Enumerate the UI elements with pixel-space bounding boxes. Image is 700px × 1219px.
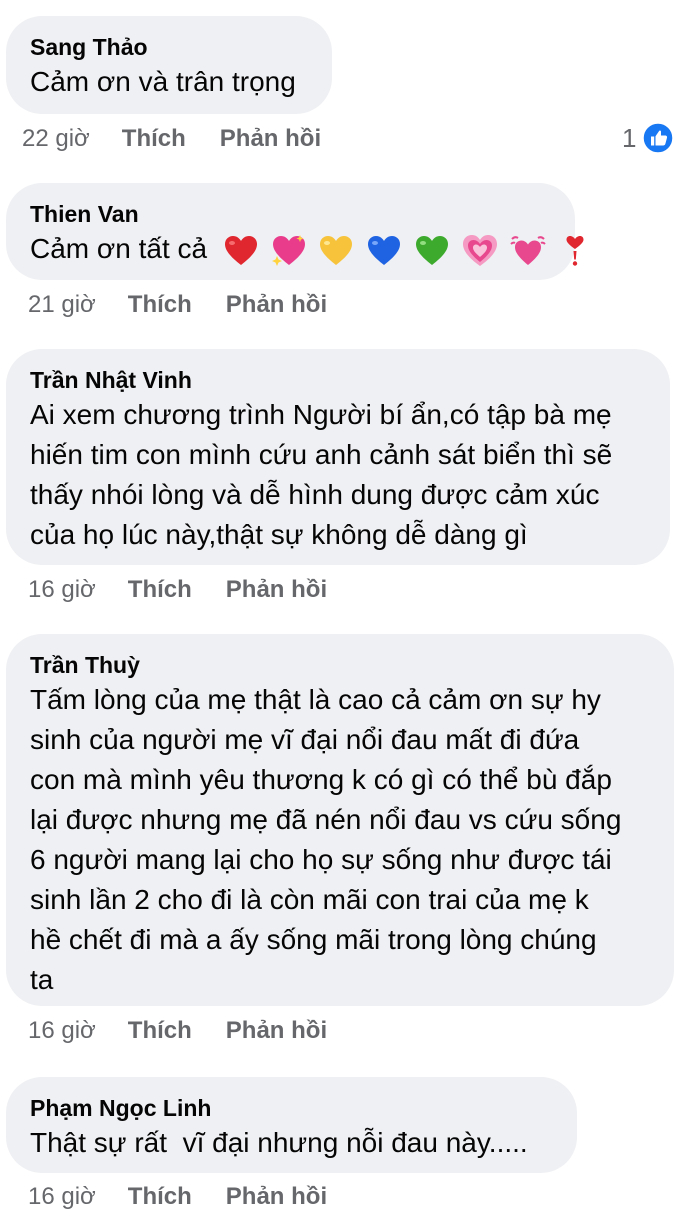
reaction-count: 1 <box>622 123 637 153</box>
like-button[interactable]: Thích <box>128 573 192 607</box>
comment-bubble[interactable]: Sang Thảo Cảm ơn và trân trọng <box>6 16 332 114</box>
reply-button[interactable]: Phản hồi <box>226 1180 327 1214</box>
comment-text-line: sinh của người mẹ vĩ đại nổi đau mất đi … <box>30 724 580 755</box>
comment-text-line: con mà mình yêu thương k có gì có thể bù… <box>30 764 612 795</box>
comment-actions: 22 giờ Thích Phản hồi <box>22 122 321 156</box>
red-heart-icon <box>224 235 257 265</box>
comment-author[interactable]: Sang Thảo <box>30 32 308 62</box>
yellow-heart-icon <box>320 235 353 265</box>
sparkling-heart-icon <box>271 234 305 266</box>
reply-button[interactable]: Phản hồi <box>220 122 321 156</box>
comment-text-line: Thật sự rất vĩ đại nhưng nỗi đau này....… <box>30 1127 528 1158</box>
comment-text-line: Ai xem chương trình Người bí ẩn,có tập b… <box>30 399 612 430</box>
comment-author[interactable]: Thien Van <box>30 199 551 229</box>
comment-tran-thuy: Trần Thuỳ Tấm lòng của mẹ thật là cao cả… <box>6 634 674 1006</box>
comment-actions: 21 giờ Thích Phản hồi <box>28 288 327 322</box>
comment-text-line: Tấm lòng của mẹ thật là cao cả cảm ơn sự… <box>30 684 601 715</box>
comment-timestamp[interactable]: 21 giờ <box>28 288 96 322</box>
reaction-summary[interactable]: 1 <box>622 120 675 156</box>
reply-button[interactable]: Phản hồi <box>226 288 327 322</box>
comment-text-line: của họ lúc này,thật sự không dễ dàng gì <box>30 519 528 550</box>
reply-button[interactable]: Phản hồi <box>226 1014 327 1048</box>
comment-pham-ngoc-linh: Phạm Ngọc Linh Thật sự rất vĩ đại nhưng … <box>6 1077 577 1173</box>
comment-text: Cảm ơn tất cả <box>30 233 208 264</box>
comment-bubble[interactable]: Trần Thuỳ Tấm lòng của mẹ thật là cao cả… <box>6 634 674 1006</box>
beating-heart-icon <box>509 235 546 265</box>
comment-text-line: hiến tim con mình cứu anh cảnh sát biển … <box>30 439 613 470</box>
comment-bubble[interactable]: Trần Nhật Vinh Ai xem chương trình Người… <box>6 349 670 565</box>
blue-heart-icon <box>368 235 401 265</box>
comment-sang-thao: Sang Thảo Cảm ơn và trân trọng <box>6 16 332 114</box>
comment-bubble[interactable]: Thien Van Cảm ơn tất cả <box>6 183 584 280</box>
comment-author[interactable]: Trần Nhật Vinh <box>30 365 646 395</box>
growing-heart-icon <box>462 234 497 266</box>
comment-bubble[interactable]: Phạm Ngọc Linh Thật sự rất vĩ đại nhưng … <box>6 1077 577 1173</box>
comment-tran-nhat-vinh: Trần Nhật Vinh Ai xem chương trình Người… <box>6 349 670 565</box>
comment-author[interactable]: Trần Thuỳ <box>30 650 650 680</box>
comment-timestamp[interactable]: 22 giờ <box>22 122 90 156</box>
comment-timestamp[interactable]: 16 giờ <box>28 1014 96 1048</box>
comment-text-line: Cảm ơn tất cả <box>30 229 584 269</box>
comment-text-line: Cảm ơn và trân trọng <box>30 66 296 97</box>
comment-author[interactable]: Phạm Ngọc Linh <box>30 1093 553 1123</box>
green-heart-icon <box>416 235 448 265</box>
heart-exclamation-icon <box>566 235 584 266</box>
comment-actions: 16 giờ Thích Phản hồi <box>28 1014 327 1048</box>
comment-text-line: thấy nhói lòng và dễ hình dung được cảm … <box>30 479 600 510</box>
comment-text-line: sinh lần 2 cho đi là còn mãi con trai củ… <box>30 884 589 915</box>
like-button[interactable]: Thích <box>128 288 192 322</box>
reply-button[interactable]: Phản hồi <box>226 573 327 607</box>
comment-timestamp[interactable]: 16 giờ <box>28 573 96 607</box>
comment-text-line: hề chết đi mà a ấy sống mãi trong lòng c… <box>30 924 597 955</box>
comment-text-line: ta <box>30 964 54 995</box>
like-button[interactable]: Thích <box>122 122 186 156</box>
comment-timestamp[interactable]: 16 giờ <box>28 1180 96 1214</box>
comment-text-line: 6 người mang lại cho họ sự sống như được… <box>30 844 612 875</box>
comment-actions: 16 giờ Thích Phản hồi <box>28 1180 327 1214</box>
like-icon <box>642 122 675 154</box>
like-button[interactable]: Thích <box>128 1180 192 1214</box>
comment-actions: 16 giờ Thích Phản hồi <box>28 573 327 607</box>
like-button[interactable]: Thích <box>128 1014 192 1048</box>
comment-thien-van: Thien Van Cảm ơn tất cả <box>6 183 584 280</box>
comment-text-line: lại được nhưng mẹ đã nén nổi đau vs cứu … <box>30 804 622 835</box>
